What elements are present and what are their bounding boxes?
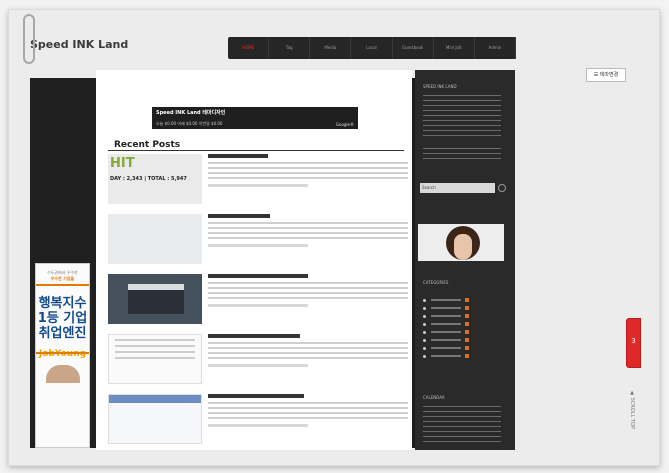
category-item[interactable]	[423, 353, 503, 360]
sidebar-about-text	[423, 93, 501, 138]
post-excerpt	[208, 341, 408, 361]
post-meta	[208, 304, 308, 307]
floating-tab[interactable]: 3	[626, 318, 641, 368]
category-item[interactable]	[423, 345, 503, 352]
nav-item-tag[interactable]: Tag	[269, 37, 311, 59]
post-meta	[208, 424, 308, 427]
post-item[interactable]	[108, 394, 408, 446]
post-excerpt	[208, 401, 408, 421]
post-meta	[208, 244, 308, 247]
nav-item-home[interactable]: HOME	[228, 37, 270, 59]
post-excerpt	[208, 281, 408, 301]
category-list	[423, 297, 503, 361]
post-title-placeholder[interactable]	[208, 274, 308, 278]
scroll-top-link[interactable]: ▲ SCROLL TOP	[625, 390, 635, 445]
nav-item-local[interactable]: Local	[351, 37, 393, 59]
nav-item-guestbook[interactable]: Guestbook	[393, 37, 434, 59]
category-item[interactable]	[423, 297, 503, 304]
post-item[interactable]	[108, 214, 408, 266]
post-thumbnail[interactable]	[108, 394, 202, 444]
category-item[interactable]	[423, 313, 503, 320]
printer-image	[128, 284, 184, 314]
post-meta	[208, 184, 308, 187]
job-ad-banner[interactable]: 수도권에서 우수한 우수한 기업을 행복지수 1등 기업 취업엔진 JobYoun…	[35, 263, 90, 448]
hit-counter-label: HIT	[110, 156, 135, 171]
post-excerpt	[208, 221, 408, 241]
categories-heading: CATEGORIES	[423, 280, 449, 285]
nav-item-media[interactable]: Media	[310, 37, 352, 59]
post-excerpt	[208, 161, 408, 181]
post-thumbnail[interactable]	[108, 334, 202, 384]
profile-image	[418, 224, 504, 261]
post-thumbnail[interactable]	[108, 274, 202, 324]
post-item[interactable]: HIT DAY : 2,343 | TOTAL : 5,947	[108, 154, 408, 206]
post-title-placeholder[interactable]	[208, 334, 300, 338]
heading-divider	[108, 150, 404, 151]
nav-item-minijolt[interactable]: Mini Jolt	[434, 37, 475, 59]
post-summary	[208, 334, 408, 367]
post-item[interactable]	[108, 274, 408, 326]
sidebar-notice	[423, 146, 501, 160]
post-summary	[208, 214, 408, 247]
site-title[interactable]: Speed INK Land	[30, 38, 128, 51]
post-thumbnail[interactable]: HIT DAY : 2,343 | TOTAL : 5,947	[108, 154, 202, 204]
post-title-placeholder[interactable]	[208, 394, 304, 398]
adsense-bar: Speed INK Land 테마디자인 오늘 $0.00 어제 $0.00 이…	[152, 107, 358, 129]
ad-frame	[36, 284, 89, 354]
sidebar-about-heading: SPEED INK LAND	[423, 84, 457, 89]
post-summary	[208, 394, 408, 427]
ad-person-image	[45, 365, 80, 383]
google-logo: Google®	[335, 122, 354, 127]
ad-tagline: 수도권에서 우수한 우수한 기업을	[47, 270, 78, 281]
post-summary	[208, 154, 408, 187]
search-input[interactable]: Search	[420, 183, 495, 193]
post-summary	[208, 274, 408, 307]
category-item[interactable]	[423, 305, 503, 312]
hit-counter-stats: DAY : 2,343 | TOTAL : 5,947	[110, 176, 187, 182]
post-item[interactable]	[108, 334, 408, 386]
post-thumbnail[interactable]	[108, 214, 202, 264]
paper-clip-icon	[23, 14, 35, 64]
post-title-placeholder[interactable]	[208, 154, 268, 158]
post-title-placeholder[interactable]	[208, 214, 270, 218]
calendar-heading: CALENDAR	[423, 395, 445, 400]
category-item[interactable]	[423, 337, 503, 344]
main-navigation: HOME Tag Media Local Guestbook Mini Jolt…	[228, 37, 516, 59]
nav-item-admin[interactable]: Admin	[475, 37, 516, 59]
theme-change-button[interactable]: ☰ 테마변경	[586, 68, 626, 82]
post-meta	[208, 364, 308, 367]
calendar-grid	[423, 404, 501, 444]
category-item[interactable]	[423, 321, 503, 328]
adsense-stats: 오늘 $0.00 어제 $0.00 이번달 $0.00	[156, 121, 223, 126]
category-item[interactable]	[423, 329, 503, 336]
recent-posts-heading: Recent Posts	[114, 140, 181, 150]
search-icon[interactable]	[498, 184, 506, 192]
